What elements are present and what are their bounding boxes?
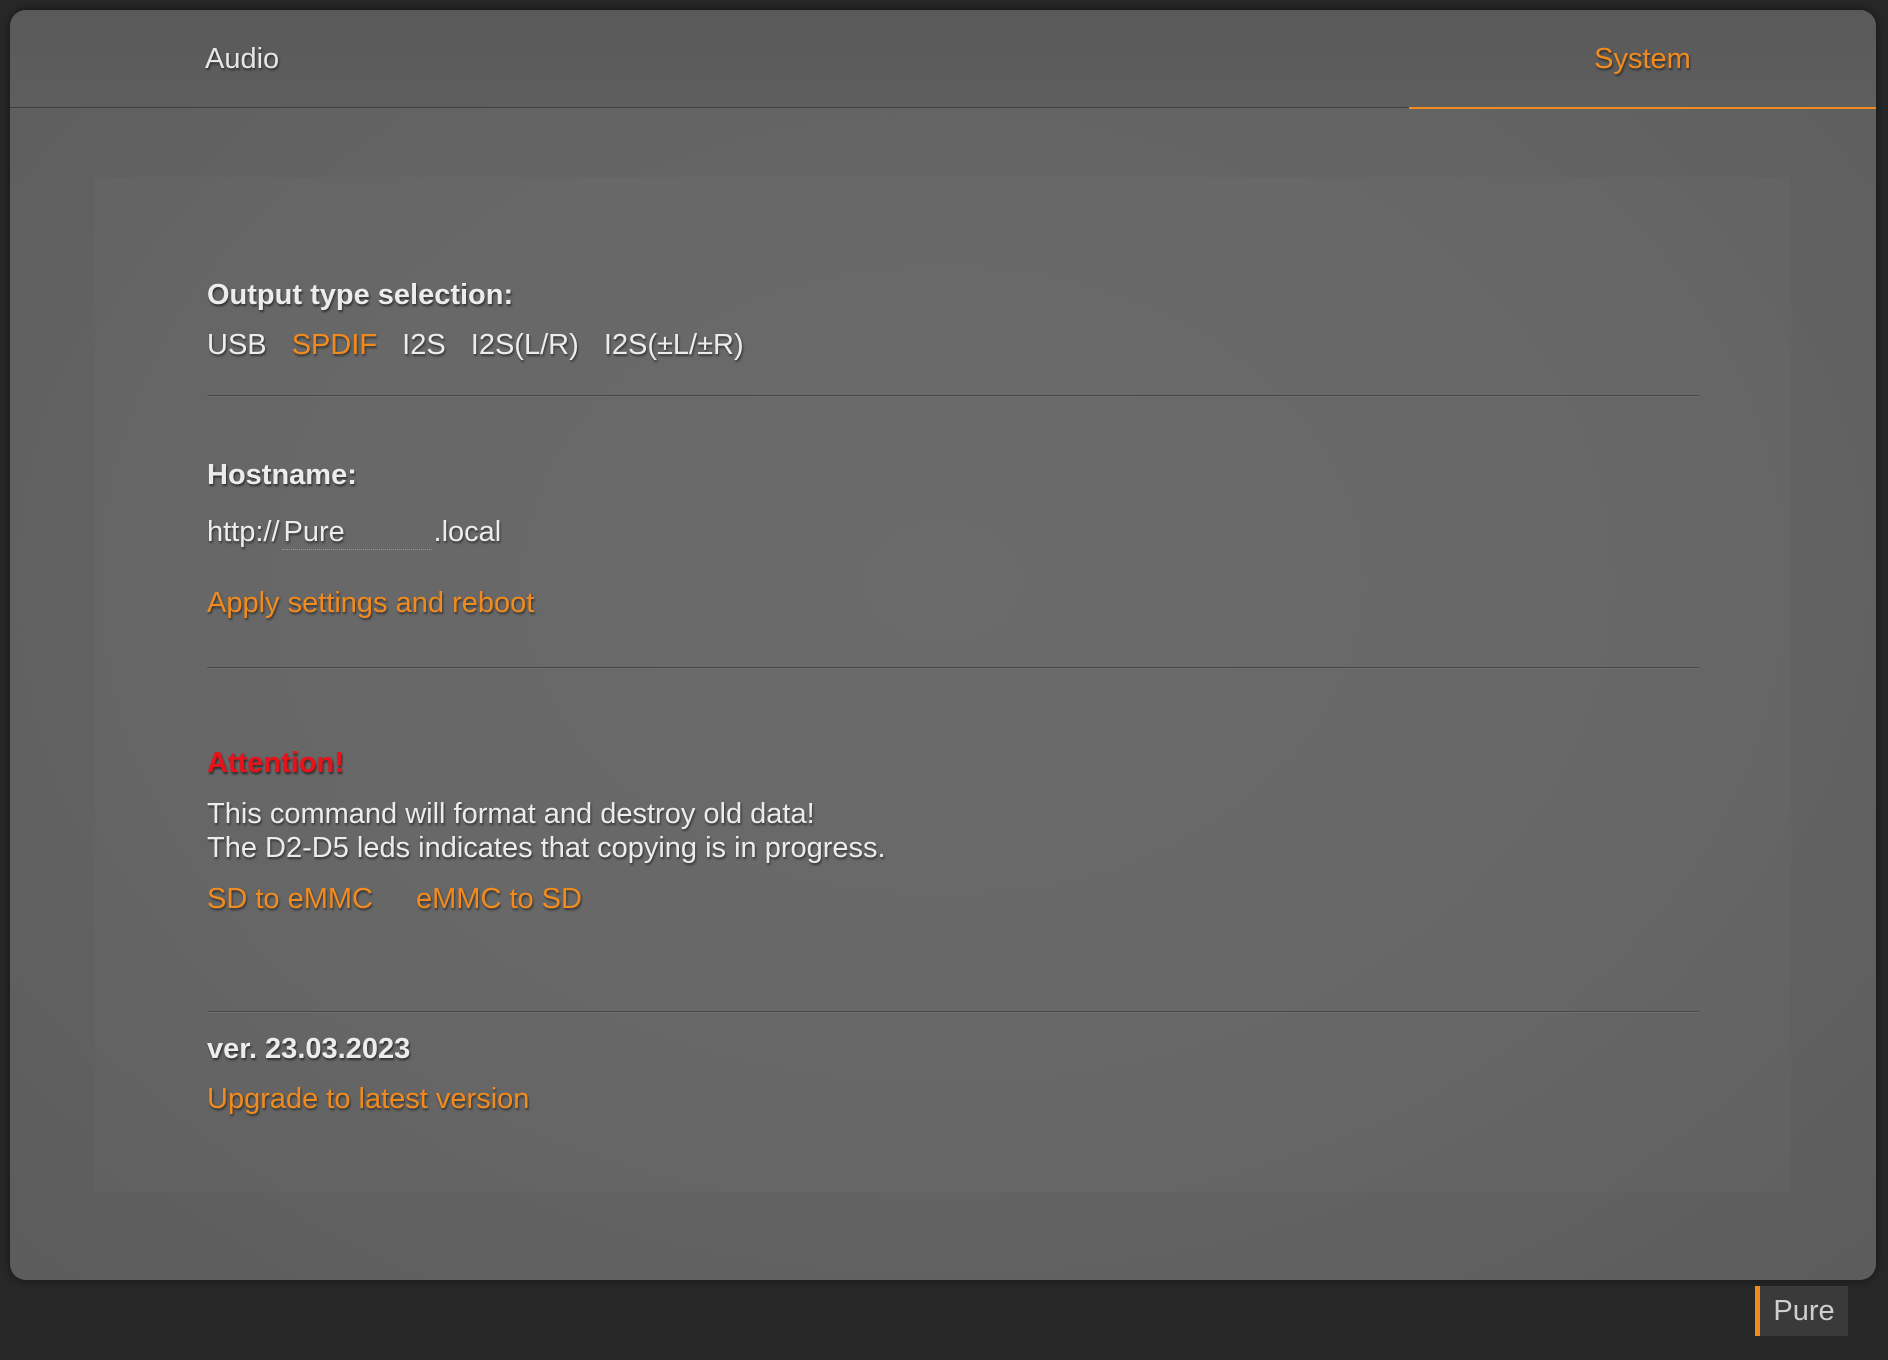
output-option-i2s[interactable]: I2S — [402, 329, 446, 362]
sd-to-emmc-link[interactable]: SD to eMMC — [207, 883, 373, 916]
output-option-i2s-lr[interactable]: I2S(L/R) — [471, 329, 579, 362]
tab-system[interactable]: System — [1409, 10, 1876, 109]
format-warning-text: This command will format and destroy old… — [207, 798, 815, 830]
hostname-suffix: .local — [433, 515, 502, 548]
divider — [207, 667, 1699, 669]
emmc-to-sd-link[interactable]: eMMC to SD — [416, 883, 582, 916]
output-option-spdif[interactable]: SPDIF — [292, 329, 377, 362]
divider — [207, 1011, 1699, 1013]
divider — [207, 395, 1699, 397]
system-content: Output type selection: USB SPDIF I2S I2S… — [95, 177, 1791, 1192]
output-type-options: USB SPDIF I2S I2S(L/R) I2S(±L/±R) — [207, 329, 761, 362]
output-type-label: Output type selection: — [207, 279, 514, 311]
hostname-prefix: http:// — [207, 515, 280, 548]
attention-warning: Attention! — [207, 747, 344, 779]
hostname-input[interactable] — [281, 515, 432, 550]
tab-bar: Audio System — [10, 10, 1876, 109]
apply-reboot-link[interactable]: Apply settings and reboot — [207, 587, 534, 620]
upgrade-link[interactable]: Upgrade to latest version — [207, 1083, 529, 1116]
device-name-badge: Pure — [1755, 1286, 1848, 1336]
output-option-usb[interactable]: USB — [207, 329, 267, 362]
version-label: ver. 23.03.2023 — [207, 1033, 411, 1065]
hostname-row: http:// .local — [207, 515, 501, 550]
copy-progress-note: The D2-D5 leds indicates that copying is… — [207, 832, 886, 864]
tab-audio[interactable]: Audio — [205, 10, 279, 107]
output-option-i2s-pm-lr[interactable]: I2S(±L/±R) — [604, 329, 744, 362]
hostname-label: Hostname: — [207, 459, 357, 491]
settings-panel: Audio System Output type selection: USB … — [10, 10, 1876, 1280]
